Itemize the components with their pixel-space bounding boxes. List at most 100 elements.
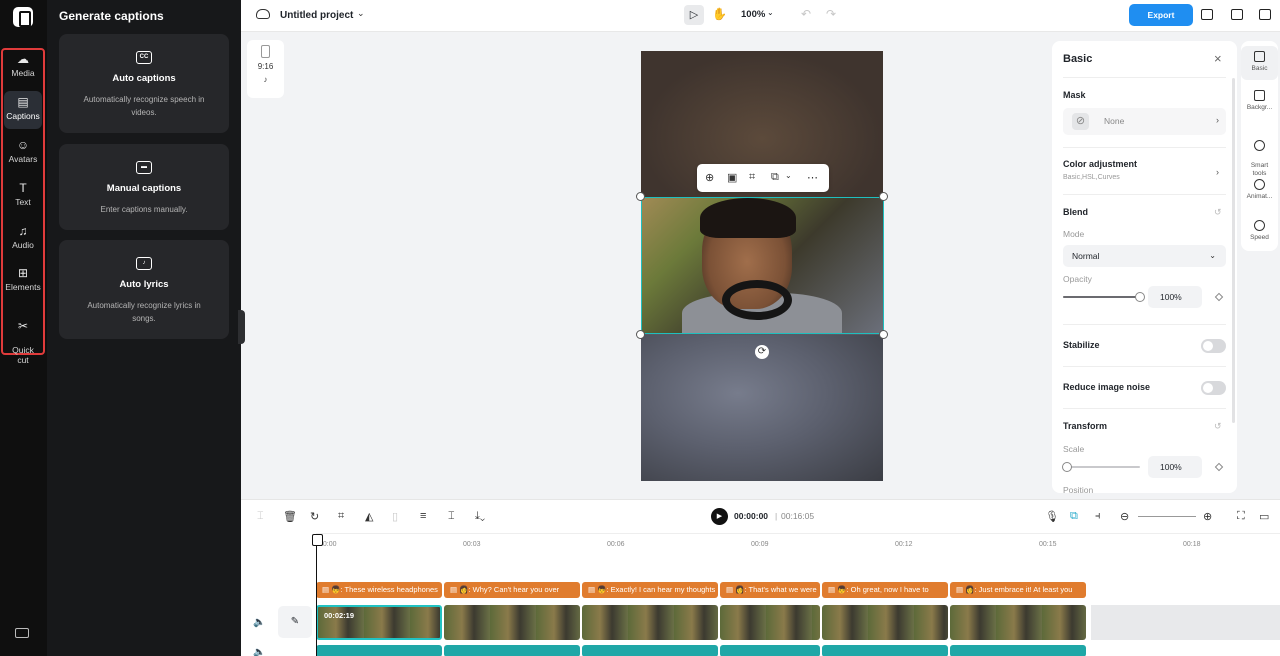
delete-icon[interactable]: 🗑 bbox=[283, 510, 297, 523]
tab-animation[interactable]: Animat... bbox=[1241, 179, 1278, 201]
fit-icon[interactable]: ⛶ bbox=[1237, 510, 1245, 523]
audio-clip[interactable] bbox=[720, 645, 820, 656]
undo-icon[interactable]: ↶ bbox=[801, 7, 811, 21]
cutout-icon[interactable]: ⧉ bbox=[771, 171, 779, 184]
loop-icon[interactable]: ↻ bbox=[310, 510, 319, 523]
volume-icon[interactable]: 🔈 bbox=[253, 617, 265, 628]
replace-image-icon[interactable]: ⊕ bbox=[705, 171, 714, 184]
export-button[interactable]: Export bbox=[1129, 4, 1193, 26]
caption-clip[interactable]: ▤ 👦: Exactly! I can hear my thoughts bbox=[582, 582, 718, 598]
auto-captions-card[interactable]: CC Auto captions Automatically recognize… bbox=[59, 34, 229, 133]
audio-clip[interactable] bbox=[822, 645, 948, 656]
more-options-icon[interactable]: ⋯ bbox=[807, 171, 818, 184]
manual-captions-card[interactable]: ▬ Manual captions Enter captions manuall… bbox=[59, 144, 229, 230]
blend-mode-select[interactable]: Normal ⌄ bbox=[1063, 245, 1226, 267]
play-button[interactable]: ▶ bbox=[711, 508, 728, 525]
chevron-right-icon[interactable]: › bbox=[1216, 167, 1219, 177]
audio-clip[interactable] bbox=[582, 645, 718, 656]
rail-item-avatars[interactable]: ☺ Avatars bbox=[4, 138, 42, 164]
layers-icon[interactable] bbox=[1201, 9, 1213, 20]
audio-clip[interactable] bbox=[444, 645, 580, 656]
tab-basic[interactable]: Basic bbox=[1241, 46, 1278, 80]
keyframe-icon[interactable] bbox=[1214, 292, 1224, 302]
chevron-down-icon[interactable]: ⌄ bbox=[785, 171, 792, 180]
crop-icon[interactable]: ⌗ bbox=[338, 510, 344, 523]
caption-clip[interactable]: ▤ 👩: Just embrace it! At least you bbox=[950, 582, 1086, 598]
rail-item-text[interactable]: T Text bbox=[4, 181, 42, 207]
caption-clip[interactable]: ▤ 👩: Why? Can't hear you over bbox=[444, 582, 580, 598]
noise-toggle[interactable] bbox=[1201, 381, 1226, 395]
layout-icon[interactable] bbox=[1231, 9, 1243, 20]
tab-background[interactable]: Backgr... bbox=[1241, 90, 1278, 112]
video-clip[interactable] bbox=[720, 605, 820, 640]
flip-icon[interactable]: ◭ bbox=[365, 510, 373, 523]
microphone-icon[interactable]: 🎙 bbox=[1045, 510, 1059, 523]
resize-handle[interactable] bbox=[879, 330, 888, 339]
reset-icon[interactable]: ↺ bbox=[1214, 421, 1222, 432]
preview-icon[interactable]: ▭ bbox=[1259, 510, 1269, 523]
stabilize-toggle[interactable] bbox=[1201, 339, 1226, 353]
caption-clip[interactable]: ▤ 👩: That's what we were bbox=[720, 582, 820, 598]
pointer-tool-icon[interactable]: ▷ bbox=[684, 5, 704, 25]
opacity-slider[interactable] bbox=[1063, 292, 1145, 302]
cloud-sync-icon[interactable] bbox=[256, 9, 270, 19]
caption-clip[interactable]: ▤ 👦: Oh great, now I have to bbox=[822, 582, 948, 598]
chevron-down-icon[interactable]: ⌄ bbox=[357, 8, 365, 19]
resize-handle[interactable] bbox=[636, 192, 645, 201]
edit-cover-icon[interactable]: ✎ bbox=[278, 606, 312, 638]
audio-clip[interactable] bbox=[316, 645, 442, 656]
panel-toggle-icon[interactable] bbox=[1259, 9, 1271, 20]
captions-edit-icon[interactable]: ≡ bbox=[420, 510, 426, 522]
keyframe-icon[interactable] bbox=[1214, 462, 1224, 472]
rail-item-media[interactable]: ☁ Media bbox=[4, 52, 42, 78]
color-adjustment-label[interactable]: Color adjustment bbox=[1063, 159, 1137, 169]
crop-icon[interactable]: ⌗ bbox=[749, 171, 755, 184]
slider-knob[interactable] bbox=[1061, 462, 1072, 472]
zoom-out-icon[interactable]: ⊖ bbox=[1120, 510, 1129, 523]
tab-smart-tools[interactable]: Smart tools bbox=[1241, 132, 1278, 178]
app-logo-icon[interactable] bbox=[13, 7, 33, 27]
rail-item-quick-cut[interactable]: ✂ Quick cut bbox=[4, 309, 42, 365]
scale-slider[interactable] bbox=[1061, 462, 1140, 472]
close-icon[interactable]: × bbox=[1214, 51, 1222, 66]
download-icon[interactable]: ⤓⌄ bbox=[475, 510, 485, 523]
scale-input[interactable]: 100% bbox=[1148, 456, 1202, 478]
video-clip[interactable] bbox=[582, 605, 718, 640]
smart-crop-icon[interactable]: ▣ bbox=[727, 171, 737, 184]
redo-icon[interactable]: ↷ bbox=[826, 7, 836, 21]
reset-icon[interactable]: ↺ bbox=[1214, 207, 1222, 218]
video-clip[interactable] bbox=[950, 605, 1086, 640]
zoom-level[interactable]: 100% bbox=[741, 9, 765, 20]
time-ruler[interactable]: 00:00 00:03 00:06 00:09 00:12 00:15 00:18 bbox=[316, 533, 1280, 551]
inspector-scrollbar[interactable] bbox=[1232, 78, 1235, 423]
opacity-input[interactable]: 100% bbox=[1148, 286, 1202, 308]
rail-item-captions[interactable]: ▤ Captions bbox=[4, 91, 42, 129]
slider-knob[interactable] bbox=[1135, 292, 1145, 302]
keyboard-shortcuts-icon[interactable] bbox=[15, 628, 29, 638]
timeline-zoom-slider[interactable] bbox=[1138, 516, 1196, 517]
aspect-ratio-button[interactable]: 9:16 ♪ bbox=[247, 40, 284, 98]
collapse-panel-handle[interactable] bbox=[238, 310, 245, 344]
video-clip[interactable] bbox=[822, 605, 948, 640]
trim-icon[interactable]: ⌶ bbox=[448, 510, 455, 523]
video-clip[interactable] bbox=[444, 605, 580, 640]
rail-item-elements[interactable]: ⊞ Elements bbox=[4, 266, 42, 292]
video-clip[interactable]: 00:02:19 bbox=[316, 605, 442, 640]
chevron-down-icon[interactable]: ⌄ bbox=[767, 8, 774, 17]
mask-selector[interactable]: ⊘ None › bbox=[1063, 108, 1226, 135]
resize-handle[interactable] bbox=[879, 192, 888, 201]
audio-clip[interactable] bbox=[950, 645, 1086, 656]
auto-lyrics-card[interactable]: ♪ Auto lyrics Automatically recognize ly… bbox=[59, 240, 229, 339]
caption-clip[interactable]: ▤ 👦: These wireless headphones bbox=[316, 582, 442, 598]
project-title[interactable]: Untitled project bbox=[280, 10, 353, 21]
selected-clip-frame[interactable] bbox=[641, 197, 884, 334]
rail-item-audio[interactable]: ♫ Audio bbox=[4, 224, 42, 250]
tab-speed[interactable]: Speed bbox=[1241, 220, 1278, 242]
auto-snap-icon[interactable]: ⧉ bbox=[1070, 510, 1078, 523]
zoom-in-icon[interactable]: ⊕ bbox=[1203, 510, 1212, 523]
playhead[interactable] bbox=[312, 534, 323, 656]
hand-tool-icon[interactable]: ✋ bbox=[712, 7, 727, 21]
volume-icon[interactable]: 🔈 bbox=[253, 647, 265, 656]
rotate-handle-icon[interactable]: ⟳ bbox=[755, 345, 769, 359]
split-view-icon[interactable]: ⫞ bbox=[1095, 510, 1101, 523]
